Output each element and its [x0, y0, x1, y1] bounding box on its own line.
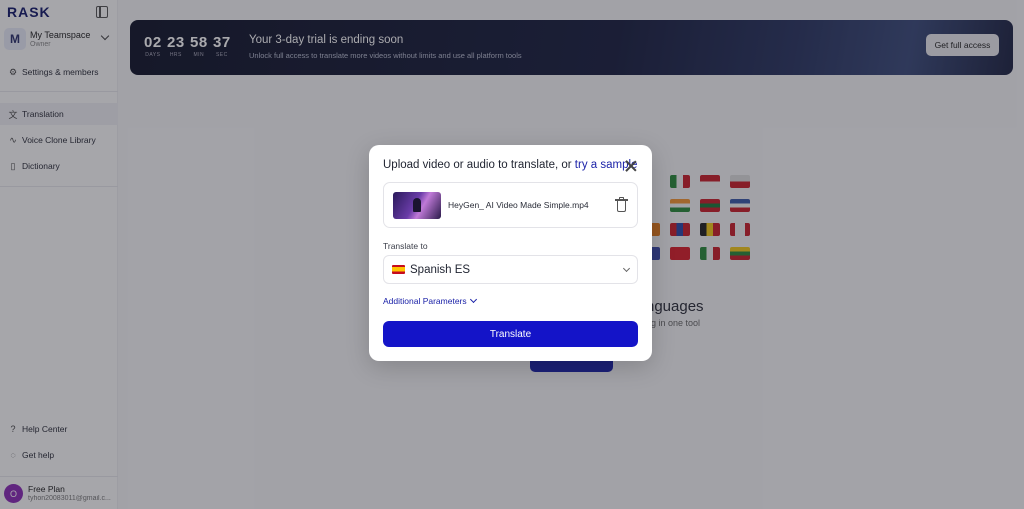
close-icon[interactable] — [625, 160, 637, 172]
selected-language: Spanish ES — [410, 264, 471, 276]
language-select[interactable]: Spanish ES — [383, 255, 638, 284]
file-name: HeyGen_ AI Video Made Simple.mp4 — [448, 200, 589, 210]
translate-to-label: Translate to — [383, 241, 428, 251]
video-thumbnail — [393, 192, 441, 219]
additional-parameters-label: Additional Parameters — [383, 296, 467, 306]
chevron-down-icon — [469, 295, 477, 304]
translate-button[interactable]: Translate — [383, 321, 638, 347]
uploaded-file-card: HeyGen_ AI Video Made Simple.mp4 — [383, 182, 638, 228]
chevron-down-icon — [622, 264, 631, 273]
modal-title-text: Upload video or audio to translate, or — [383, 159, 575, 171]
upload-modal: Upload video or audio to translate, or t… — [369, 145, 652, 361]
trash-icon[interactable] — [615, 197, 628, 213]
modal-title: Upload video or audio to translate, or t… — [383, 159, 637, 171]
spain-flag-icon — [392, 265, 405, 274]
additional-parameters-toggle[interactable]: Additional Parameters — [383, 295, 477, 306]
